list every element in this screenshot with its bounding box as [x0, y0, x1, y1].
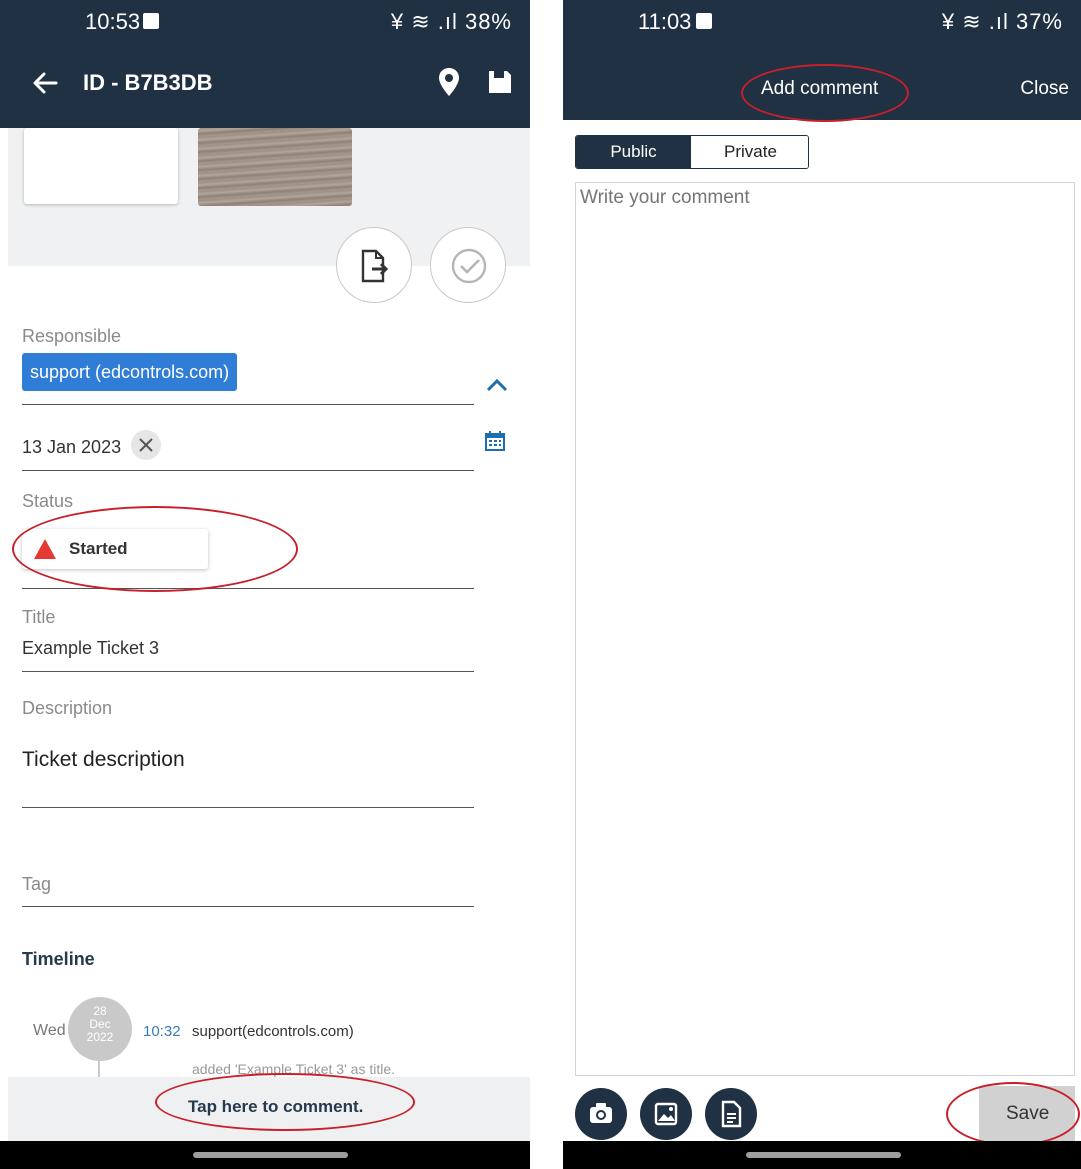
timeline-weekday: Wed — [33, 1022, 66, 1039]
home-handle[interactable] — [193, 1152, 348, 1158]
location-pin-icon[interactable] — [436, 66, 462, 98]
close-icon — [139, 438, 153, 452]
add-comment-screen: 11:03 ¥ ≋ .ıl 37% Add comment Close Publ… — [563, 0, 1081, 1169]
description-label: Description — [22, 698, 113, 718]
timeline-date-bubble: 28 Dec 2022 — [68, 997, 132, 1061]
gallery-notification-icon — [143, 13, 159, 29]
tag-label: Tag — [22, 874, 52, 894]
status-highlight-ellipse — [12, 506, 298, 592]
status-bar: 10:53 ¥ ≋ .ıl 38% — [0, 0, 530, 42]
tab-private[interactable]: Private — [691, 136, 808, 168]
timeline-heading: Timeline — [22, 949, 95, 969]
home-handle[interactable] — [746, 1152, 901, 1158]
export-button[interactable] — [336, 227, 412, 303]
timeline-time: 10:32 — [143, 1023, 181, 1040]
save-highlight-ellipse — [946, 1082, 1080, 1146]
visibility-toggle: Public Private — [575, 135, 809, 169]
title-value[interactable]: Example Ticket 3 — [22, 638, 159, 659]
export-icon — [359, 248, 393, 289]
attachment-thumbnail-blank[interactable] — [24, 128, 178, 204]
status-time: 11:03 — [638, 9, 692, 34]
check-circle-icon — [450, 247, 488, 290]
navigation-bar — [0, 1141, 530, 1169]
close-button[interactable]: Close — [1020, 78, 1069, 100]
title-underline — [22, 671, 474, 672]
status-time: 10:53 — [85, 9, 141, 34]
due-date-value: 13 Jan 2023 — [22, 437, 122, 457]
gallery-button[interactable] — [640, 1088, 692, 1140]
chevron-up-icon[interactable] — [485, 377, 509, 398]
camera-icon — [590, 1103, 612, 1123]
system-indicators: ¥ ≋ .ıl 38% — [390, 9, 512, 34]
comment-highlight-ellipse — [155, 1073, 415, 1131]
title-highlight-ellipse — [741, 64, 909, 122]
due-date-underline — [22, 470, 474, 471]
timeline-user: support(edcontrols.com) — [192, 1023, 354, 1040]
document-icon — [721, 1100, 742, 1128]
attach-document-button[interactable] — [705, 1088, 757, 1140]
system-indicators: ¥ ≋ .ıl 37% — [941, 9, 1063, 34]
tab-public[interactable]: Public — [576, 136, 691, 168]
back-arrow-icon[interactable] — [30, 68, 60, 98]
navigation-bar — [563, 1141, 1081, 1169]
complete-button[interactable] — [430, 227, 506, 303]
app-bar: ID - B7B3DB — [0, 42, 530, 128]
title-label: Title — [22, 607, 56, 627]
image-icon — [654, 1102, 678, 1126]
clear-date-button[interactable] — [131, 430, 161, 460]
status-bar: 11:03 ¥ ≋ .ıl 37% — [563, 0, 1081, 42]
responsible-chip[interactable]: support (edcontrols.com) — [22, 353, 238, 391]
description-underline — [22, 807, 474, 808]
tag-underline — [22, 906, 474, 907]
gallery-notification-icon — [696, 13, 712, 29]
comment-input[interactable] — [575, 182, 1075, 1076]
status-label: Status — [22, 491, 74, 511]
attachment-thumbnail-wood[interactable] — [198, 128, 352, 206]
responsible-label: Responsible — [22, 326, 122, 346]
status-underline — [22, 588, 474, 589]
timeline-year: 2022 — [86, 1030, 114, 1044]
camera-button[interactable] — [575, 1088, 627, 1140]
calendar-icon[interactable] — [484, 430, 506, 457]
save-icon[interactable] — [486, 68, 514, 96]
ticket-detail-screen: 10:53 ¥ ≋ .ıl 38% ID - B7B3DB Responsibl… — [0, 0, 530, 1169]
ticket-id-title: ID - B7B3DB — [83, 70, 213, 95]
responsible-underline — [22, 404, 474, 405]
description-value[interactable]: Ticket description — [22, 748, 185, 772]
